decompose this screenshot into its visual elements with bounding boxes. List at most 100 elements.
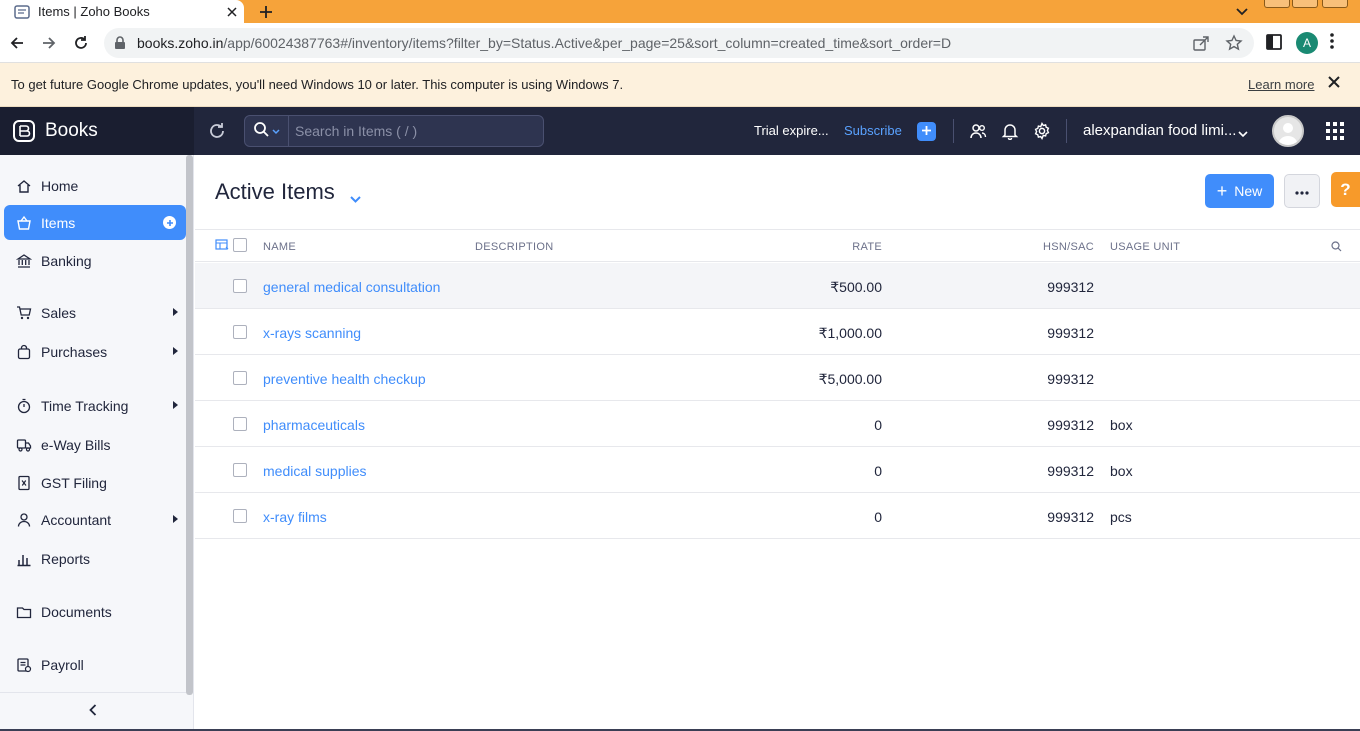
user-avatar[interactable] xyxy=(1272,115,1304,147)
item-unit: pcs xyxy=(1110,509,1132,525)
zoho-books-favicon-icon xyxy=(14,4,30,20)
item-unit: box xyxy=(1110,463,1133,479)
sidebar-scrollbar[interactable] xyxy=(186,155,193,695)
column-header-description[interactable]: DESCRIPTION xyxy=(475,241,553,253)
row-checkbox[interactable] xyxy=(233,417,247,431)
table-row[interactable]: x-ray films 0 999312 pcs xyxy=(195,493,1360,539)
item-name-link[interactable]: medical supplies xyxy=(263,463,367,479)
items-table-header: NAME DESCRIPTION RATE HSN/SAC USAGE UNIT xyxy=(195,229,1360,262)
collapse-sidebar-button[interactable] xyxy=(0,692,186,730)
table-row[interactable]: x-rays scanning ₹1,000.00 999312 xyxy=(195,309,1360,355)
row-checkbox[interactable] xyxy=(233,509,247,523)
tab-close-icon[interactable] xyxy=(220,0,244,23)
search-icon[interactable] xyxy=(1331,241,1342,255)
subscribe-link[interactable]: Subscribe xyxy=(844,123,902,138)
bookmark-star-icon[interactable] xyxy=(1225,34,1243,57)
quick-create-button[interactable] xyxy=(917,122,936,141)
sidebar-item-label: Banking xyxy=(41,252,92,269)
browser-toolbar: books.zoho.in/app/60024387763#/inventory… xyxy=(0,23,1360,63)
sidebar-item-banking[interactable]: Banking xyxy=(4,243,186,278)
header-divider xyxy=(1066,119,1067,143)
close-window-icon[interactable] xyxy=(1322,0,1348,8)
sidebar-item-home[interactable]: Home xyxy=(4,168,186,203)
item-rate: 0 xyxy=(874,417,882,433)
recent-history-icon[interactable] xyxy=(207,121,227,146)
column-header-name[interactable]: NAME xyxy=(263,241,296,253)
table-row[interactable]: medical supplies 0 999312 box xyxy=(195,447,1360,493)
address-bar[interactable]: books.zoho.in/app/60024387763#/inventory… xyxy=(104,28,1254,58)
search-input[interactable] xyxy=(289,116,543,146)
help-button[interactable]: ? xyxy=(1331,172,1360,207)
search-scope-selector[interactable] xyxy=(245,116,289,146)
row-checkbox[interactable] xyxy=(233,325,247,339)
column-config-icon[interactable] xyxy=(215,239,229,254)
sidebar-item-sales[interactable]: Sales xyxy=(4,295,186,330)
sidebar-item-documents[interactable]: Documents xyxy=(4,594,186,629)
apps-grid-icon[interactable] xyxy=(1326,122,1344,145)
sidebar-item-time-tracking[interactable]: Time Tracking xyxy=(4,388,186,423)
chevron-left-icon xyxy=(89,703,97,721)
row-checkbox[interactable] xyxy=(233,371,247,385)
item-name-link[interactable]: x-rays scanning xyxy=(263,325,361,341)
select-all-checkbox[interactable] xyxy=(233,238,247,252)
close-infobar-icon[interactable] xyxy=(1327,75,1341,94)
item-hsn: 999312 xyxy=(1047,279,1094,295)
item-name-link[interactable]: x-ray films xyxy=(263,509,327,525)
tab-search-chevron-icon[interactable] xyxy=(1230,0,1254,23)
reload-icon[interactable] xyxy=(69,31,93,55)
new-tab-icon[interactable] xyxy=(254,0,278,23)
table-row[interactable]: pharmaceuticals 0 999312 box xyxy=(195,401,1360,447)
sidebar-item-accountant[interactable]: Accountant xyxy=(4,502,186,537)
learn-more-link[interactable]: Learn more xyxy=(1248,77,1314,92)
item-rate: ₹500.00 xyxy=(830,279,882,295)
item-name-link[interactable]: preventive health checkup xyxy=(263,371,426,387)
column-header-rate[interactable]: RATE xyxy=(852,241,882,253)
table-row[interactable]: general medical consultation ₹500.00 999… xyxy=(195,263,1360,309)
sidebar: Home Items Banking Sales Purchases Time … xyxy=(0,155,194,731)
view-selector-chevron-icon[interactable] xyxy=(350,190,361,208)
page-title[interactable]: Active Items xyxy=(215,179,335,205)
column-header-usage-unit[interactable]: USAGE UNIT xyxy=(1110,241,1180,253)
minimize-window-icon[interactable] xyxy=(1264,0,1290,8)
side-panel-icon[interactable] xyxy=(1265,33,1283,56)
forward-arrow-icon[interactable] xyxy=(37,31,61,55)
item-name-link[interactable]: pharmaceuticals xyxy=(263,417,365,433)
brand[interactable]: Books xyxy=(0,107,194,155)
person-icon xyxy=(15,511,33,529)
sidebar-item-items[interactable]: Items xyxy=(4,205,186,240)
sidebar-item-purchases[interactable]: Purchases xyxy=(4,334,186,369)
organization-switcher[interactable]: alexpandian food limi... xyxy=(1083,122,1236,139)
profile-avatar[interactable]: A xyxy=(1296,32,1318,54)
books-logo-icon xyxy=(11,118,37,144)
sidebar-item-e-way-bills[interactable]: e-Way Bills xyxy=(4,427,186,462)
sidebar-item-gst-filing[interactable]: GST Filing xyxy=(4,465,186,500)
column-header-hsn-sac[interactable]: HSN/SAC xyxy=(1043,241,1094,253)
refer-users-icon[interactable] xyxy=(968,121,988,141)
browser-tab[interactable]: Items | Zoho Books xyxy=(0,0,244,23)
table-row[interactable]: preventive health checkup ₹5,000.00 9993… xyxy=(195,355,1360,401)
bell-icon[interactable] xyxy=(1000,121,1020,141)
lock-icon[interactable] xyxy=(114,36,126,55)
add-item-plus-icon[interactable] xyxy=(163,216,176,229)
row-checkbox[interactable] xyxy=(233,279,247,293)
cart-icon xyxy=(15,304,33,322)
chevron-down-icon[interactable] xyxy=(1238,125,1248,143)
item-name-link[interactable]: general medical consultation xyxy=(263,279,440,295)
new-item-button[interactable]: + New xyxy=(1205,174,1274,208)
chrome-menu-icon[interactable] xyxy=(1330,33,1334,54)
sidebar-item-label: Payroll xyxy=(41,656,84,673)
item-hsn: 999312 xyxy=(1047,509,1094,525)
restore-window-icon[interactable] xyxy=(1292,0,1318,8)
infobar-message: To get future Google Chrome updates, you… xyxy=(11,77,624,92)
back-arrow-icon[interactable] xyxy=(5,31,29,55)
item-hsn: 999312 xyxy=(1047,417,1094,433)
url-host: books.zoho.in xyxy=(137,35,224,51)
gear-icon[interactable] xyxy=(1032,121,1052,141)
sidebar-item-payroll[interactable]: Payroll xyxy=(4,647,186,682)
share-icon[interactable] xyxy=(1192,34,1210,57)
url-text[interactable]: books.zoho.in/app/60024387763#/inventory… xyxy=(137,35,951,51)
more-options-button[interactable] xyxy=(1284,174,1320,208)
trial-status[interactable]: Trial expire... xyxy=(754,123,829,138)
sidebar-item-reports[interactable]: Reports xyxy=(4,541,186,576)
row-checkbox[interactable] xyxy=(233,463,247,477)
